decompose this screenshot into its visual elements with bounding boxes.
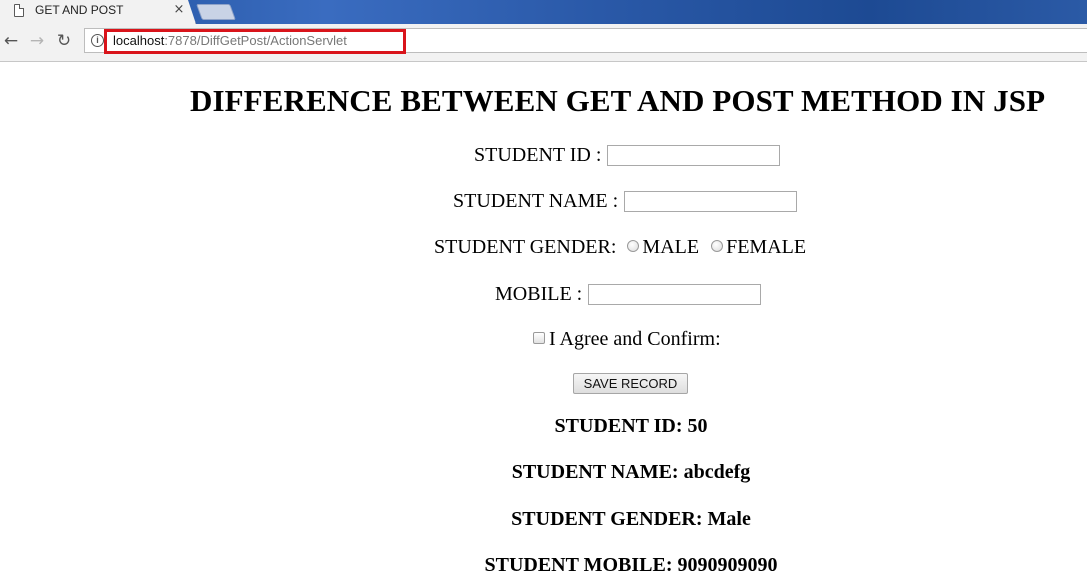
student-name-label: STUDENT NAME :	[453, 189, 619, 212]
agree-label: I Agree and Confirm:	[549, 327, 721, 350]
page-icon	[14, 4, 24, 17]
gender-male-radio[interactable]	[627, 240, 640, 253]
student-id-row: STUDENT ID :	[474, 143, 781, 167]
new-tab-button[interactable]	[196, 4, 236, 20]
url-path: :7878/DiffGetPost/ActionServlet	[164, 33, 347, 48]
address-bar[interactable]: i localhost:7878/DiffGetPost/ActionServl…	[84, 28, 1087, 54]
result-student-gender: STUDENT GENDER: Male	[511, 508, 751, 530]
browser-tabstrip: GET AND POST ×	[0, 0, 1087, 24]
result-student-mobile: STUDENT MOBILE: 9090909090	[484, 554, 778, 576]
tab-title: GET AND POST	[35, 3, 124, 17]
url-text[interactable]: localhost:7878/DiffGetPost/ActionServlet	[113, 33, 347, 48]
gender-female-radio[interactable]	[711, 240, 724, 253]
mobile-row: MOBILE :	[495, 282, 762, 306]
student-name-row: STUDENT NAME :	[453, 189, 798, 213]
result-student-id: STUDENT ID: 50	[554, 415, 708, 437]
page-content: DIFFERENCE BETWEEN GET AND POST METHOD I…	[0, 63, 1087, 586]
browser-toolbar: ← → ↻ i localhost:7878/DiffGetPost/Actio…	[0, 24, 1087, 62]
student-gender-row: STUDENT GENDER: MALE FEMALE	[434, 235, 806, 259]
agree-checkbox[interactable]	[533, 332, 545, 345]
back-arrow-icon[interactable]: ←	[0, 30, 22, 52]
close-icon[interactable]: ×	[172, 2, 186, 18]
agree-row: I Agree and Confirm:	[533, 327, 721, 351]
url-host: localhost	[113, 33, 165, 48]
page-title: DIFFERENCE BETWEEN GET AND POST METHOD I…	[190, 83, 1046, 118]
student-name-input[interactable]	[624, 190, 798, 212]
mobile-label: MOBILE :	[495, 282, 583, 305]
gender-male-label: MALE	[642, 235, 700, 258]
reload-icon[interactable]: ↻	[53, 30, 75, 52]
browser-tab-active[interactable]: GET AND POST ×	[0, 0, 196, 24]
result-student-name: STUDENT NAME: abcdefg	[511, 461, 751, 483]
mobile-input[interactable]	[588, 283, 762, 305]
save-record-button[interactable]: SAVE RECORD	[573, 373, 688, 394]
info-icon[interactable]: i	[91, 34, 104, 47]
student-gender-label: STUDENT GENDER:	[434, 235, 617, 258]
student-id-label: STUDENT ID :	[474, 143, 602, 166]
gender-female-label: FEMALE	[726, 235, 807, 258]
forward-arrow-icon[interactable]: →	[26, 30, 48, 52]
student-id-input[interactable]	[607, 144, 781, 166]
